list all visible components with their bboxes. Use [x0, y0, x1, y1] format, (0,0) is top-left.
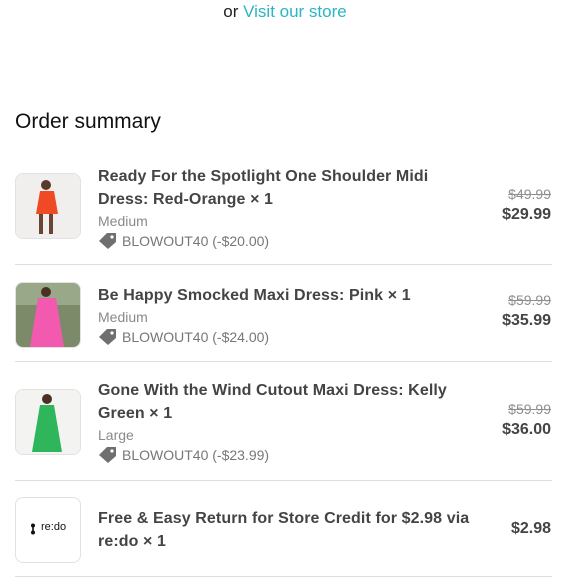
item-prices: $2.98 — [511, 518, 551, 540]
discount-code: BLOWOUT40 (-$24.00) — [98, 327, 453, 347]
final-price: $35.99 — [502, 312, 551, 329]
item-name: Free & Easy Return for Store Credit for … — [98, 510, 470, 550]
pink-dress-thumbnail — [15, 282, 81, 348]
item-divider — [15, 480, 552, 481]
item-divider — [15, 576, 552, 577]
checkout-page: or Visit our store Order summary Ready F… — [0, 0, 580, 580]
item-name: Gone With the Wind Cutout Maxi Dress: Ke… — [98, 382, 447, 422]
discount-code: BLOWOUT40 (-$20.00) — [98, 231, 453, 251]
item-variant: Large — [98, 427, 134, 443]
item-divider — [15, 264, 552, 265]
green-dress-thumbnail — [15, 389, 81, 455]
discount-text: BLOWOUT40 (-$24.00) — [122, 329, 270, 345]
item-prices: $59.99 $35.99 — [502, 290, 551, 332]
item-info: Free & Easy Return for Store Credit for … — [98, 507, 478, 553]
final-price: $2.98 — [510, 520, 551, 537]
item-divider — [15, 361, 552, 362]
original-price: $59.99 — [508, 401, 551, 417]
redo-logo-text: re:do — [41, 521, 67, 533]
final-price: $36.00 — [502, 421, 551, 438]
item-name: Be Happy Smocked Maxi Dress: Pink × 1 — [98, 287, 411, 304]
visit-store-link[interactable]: Visit our store — [243, 2, 347, 21]
original-price: $49.99 — [508, 186, 551, 202]
final-price: $29.99 — [502, 206, 551, 223]
item-info: Ready For the Spotlight One Shoulder Mid… — [98, 165, 453, 251]
or-text: or — [223, 2, 239, 21]
order-summary-title: Order summary — [15, 110, 161, 133]
price-tag-icon — [98, 446, 118, 464]
original-price: $59.99 — [508, 292, 551, 308]
store-link-line: or Visit our store — [0, 2, 570, 22]
price-tag-icon — [98, 328, 118, 346]
red-orange-dress-thumbnail — [15, 173, 81, 239]
item-variant: Medium — [98, 213, 148, 229]
redo-logo: re:do — [15, 497, 81, 563]
item-info: Be Happy Smocked Maxi Dress: Pink × 1 Me… — [98, 284, 453, 347]
item-info: Gone With the Wind Cutout Maxi Dress: Ke… — [98, 379, 453, 465]
price-tag-icon — [98, 232, 118, 250]
discount-text: BLOWOUT40 (-$20.00) — [122, 233, 270, 249]
item-name: Ready For the Spotlight One Shoulder Mid… — [98, 168, 429, 208]
item-prices: $49.99 $29.99 — [502, 184, 551, 226]
discount-text: BLOWOUT40 (-$23.99) — [122, 447, 270, 463]
item-variant: Medium — [98, 309, 148, 325]
discount-code: BLOWOUT40 (-$23.99) — [98, 445, 453, 465]
item-prices: $59.99 $36.00 — [502, 399, 551, 441]
